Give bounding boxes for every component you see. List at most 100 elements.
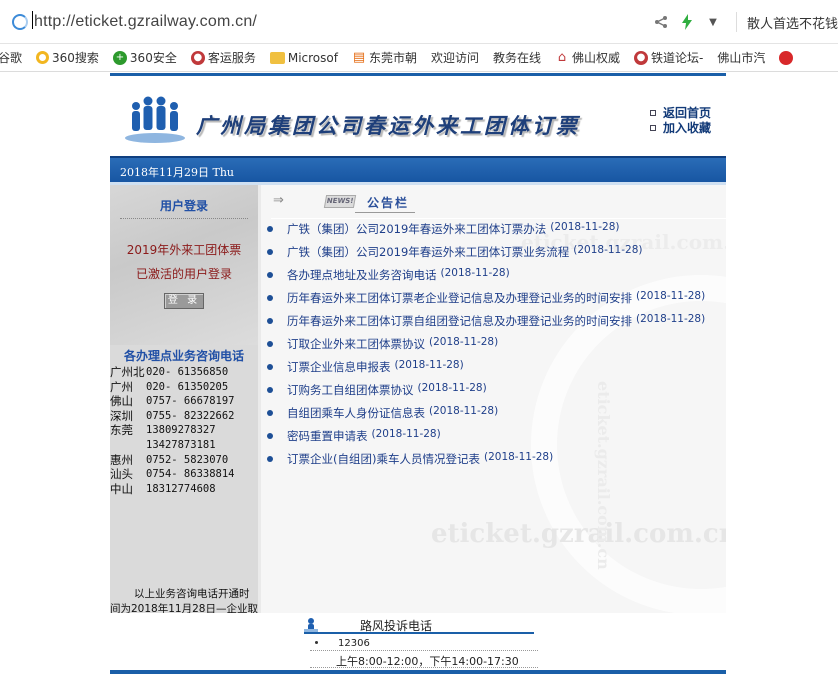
- consult-hours-note: 以上业务咨询电话开通时间为2018年11月28日—企业取票截止日，上午8:00—…: [110, 588, 258, 613]
- notice-date: (2018-11-28): [429, 405, 499, 417]
- footer: 路风投诉电话 12306 上午8:00-12:00，下午14:00-17:30: [110, 613, 726, 677]
- bookmark-item[interactable]: Microsof: [269, 50, 338, 65]
- phone-list: 广州北 020- 61356850 广州 020- 61350205 佛山 0757- 6…: [110, 365, 258, 496]
- square-bullet-icon: [650, 109, 656, 116]
- notice-title-link[interactable]: 广铁（集团）公司2019年春运外来工团体订票办法: [287, 221, 546, 237]
- login-button[interactable]: 登 录: [164, 293, 204, 309]
- phone-row: 汕头 0754- 86338814: [110, 467, 258, 482]
- phone-number: 18312774608: [146, 482, 216, 495]
- search-suggestion[interactable]: 散人首选不花钱: [747, 13, 838, 32]
- phone-city: 惠州: [110, 452, 133, 467]
- notice-item[interactable]: 历年春运外来工团体订票自组团登记信息及办理登记业务的时间安排 (2018-11-2…: [261, 313, 726, 336]
- complaint-phone-row: 12306: [315, 638, 370, 649]
- bookmark-item[interactable]: +360安全: [112, 49, 177, 66]
- notice-item[interactable]: 历年春运外来工团体订票老企业登记信息及办理登记业务的时间安排 (2018-11-2…: [261, 290, 726, 313]
- notice-date: (2018-11-28): [636, 313, 706, 325]
- phone-city: 佛山: [110, 394, 133, 409]
- bookmark-label: 东莞市朝: [368, 51, 417, 65]
- phone-number: 0754- 86338814: [146, 468, 235, 481]
- notice-date: (2018-11-28): [550, 221, 620, 233]
- group-people-logo-icon: [125, 96, 185, 143]
- news-icon: NEWS!: [323, 195, 357, 208]
- notice-item[interactable]: 广铁（集团）公司2019年春运外来工团体订票业务流程 (2018-11-28): [261, 244, 726, 267]
- notice-title-link[interactable]: 历年春运外来工团体订票老企业登记信息及办理登记业务的时间安排: [287, 290, 632, 306]
- bookmark-item[interactable]: 欢迎访问: [431, 49, 479, 66]
- bookmark-item[interactable]: ● 客运服务: [190, 49, 256, 66]
- notice-item[interactable]: 密码重置申请表 (2018-11-28): [261, 428, 726, 451]
- chevron-down-icon[interactable]: ▼: [702, 11, 724, 33]
- bookmark-item[interactable]: 360搜索: [36, 49, 99, 66]
- phone-city: [110, 438, 146, 453]
- notice-title: 公告栏: [367, 196, 410, 210]
- notice-date: (2018-11-28): [394, 359, 464, 371]
- bookmark-item[interactable]: ● 铁道论坛-: [634, 49, 703, 66]
- login-info-line2: 已激活的用户登录: [135, 267, 232, 281]
- bookmark-item[interactable]: 谷歌: [0, 49, 22, 66]
- notice-item[interactable]: 自组团乘车人身份证信息表 (2018-11-28): [261, 405, 726, 428]
- bullet-icon: [267, 341, 273, 347]
- bullet-icon: [267, 364, 273, 370]
- folder-icon: [269, 51, 285, 64]
- site-title: 广州局集团公司春运外来工团体订票: [196, 113, 580, 138]
- notice-title-link[interactable]: 订票企业信息申报表: [287, 359, 391, 375]
- watermark-text: eticket.gzrail.com.cn: [431, 519, 726, 549]
- phone-row: 13427873181: [110, 438, 258, 453]
- bookmark-item[interactable]: ⌂ 佛山权威: [555, 49, 620, 66]
- banner: 广州局集团公司春运外来工团体订票 返回首页 加入收藏: [110, 76, 726, 156]
- bookmark-label: 教务在线: [493, 51, 542, 65]
- notice-title-link[interactable]: 订购务工自组团体票协议: [287, 382, 414, 398]
- divider: [120, 218, 248, 219]
- home-icon: ⌂: [557, 49, 567, 65]
- notice-title-link[interactable]: 广铁（集团）公司2019年春运外来工团体订票业务流程: [287, 244, 569, 260]
- notice-logo: NEWS! 公告栏: [323, 193, 415, 213]
- notice-title-link[interactable]: 密码重置申请表: [287, 428, 368, 444]
- favorite-link[interactable]: 加入收藏: [650, 120, 711, 135]
- phone-number: 0752- 5823070: [146, 453, 229, 466]
- notice-date: (2018-11-28): [429, 336, 499, 348]
- bookmark-item[interactable]: [779, 50, 796, 65]
- home-link[interactable]: 返回首页: [650, 105, 711, 120]
- notice-title-link[interactable]: 历年春运外来工团体订票自组团登记信息及办理登记业务的时间安排: [287, 313, 632, 329]
- page: 广州局集团公司春运外来工团体订票 返回首页 加入收藏 2018年11月29日 T…: [110, 73, 726, 677]
- footer-rule: [304, 632, 534, 634]
- share-icon[interactable]: [650, 11, 672, 33]
- phone-city: 深圳: [110, 408, 133, 423]
- bookmark-label: 欢迎访问: [430, 51, 479, 65]
- notice-item[interactable]: 各办理点地址及业务咨询电话 (2018-11-28): [261, 267, 726, 290]
- bookmark-label: Microsof: [287, 50, 338, 65]
- loading-icon: [12, 14, 28, 30]
- consult-title: 各办理点业务咨询电话: [123, 349, 244, 363]
- notice-item[interactable]: 广铁（集团）公司2019年春运外来工团体订票办法 (2018-11-28): [261, 221, 726, 244]
- bookmark-label: 铁道论坛-: [651, 51, 704, 65]
- current-date: 2018年11月29日 Thu: [120, 166, 234, 179]
- bookmark-item[interactable]: 教务在线: [493, 49, 541, 66]
- notice-item[interactable]: 订购务工自组团体票协议 (2018-11-28): [261, 382, 726, 405]
- separator: [735, 12, 737, 32]
- notice-title-link[interactable]: 订取企业外来工团体票协议: [287, 336, 425, 352]
- notice-title-link[interactable]: 订票企业(自组团)乘车人员情况登记表: [287, 451, 480, 467]
- notice-date: (2018-11-28): [440, 267, 510, 279]
- bullet-icon: [267, 272, 273, 278]
- notice-item[interactable]: 订取企业外来工团体票协议 (2018-11-28): [261, 336, 726, 359]
- notice-item[interactable]: 订票企业信息申报表 (2018-11-28): [261, 359, 726, 382]
- bookmark-item[interactable]: ▤ 东莞市朝: [352, 49, 417, 66]
- bookmark-item[interactable]: 佛山市汽: [717, 49, 765, 66]
- favorite-link-label: 加入收藏: [663, 121, 712, 135]
- phone-row: 广州北 020- 61356850: [110, 365, 258, 380]
- bullet-icon: [267, 387, 273, 393]
- bullet-icon: [267, 456, 273, 462]
- notice-item[interactable]: 订票企业(自组团)乘车人员情况登记表 (2018-11-28): [261, 451, 726, 474]
- bookmark-label: 谷歌: [0, 51, 23, 65]
- notice-title-link[interactable]: 各办理点地址及业务咨询电话: [287, 267, 437, 283]
- lightning-icon[interactable]: [676, 11, 698, 33]
- phone-row: 佛山 0757- 66678197: [110, 394, 258, 409]
- login-info-line1: 2019年外来工团体票: [126, 243, 242, 257]
- phone-row: 惠州 0752- 5823070: [110, 453, 258, 468]
- railway-icon: ●: [190, 50, 205, 65]
- notice-date: (2018-11-28): [483, 451, 554, 463]
- notice-title-link[interactable]: 自组团乘车人身份证信息表: [287, 405, 425, 421]
- 360-search-icon: [36, 51, 50, 64]
- date-bar: 2018年11月29日 Thu: [110, 156, 726, 185]
- url-input[interactable]: http://eticket.gzrailway.com.cn/: [32, 11, 257, 31]
- bookmark-label: 佛山市汽: [717, 51, 766, 65]
